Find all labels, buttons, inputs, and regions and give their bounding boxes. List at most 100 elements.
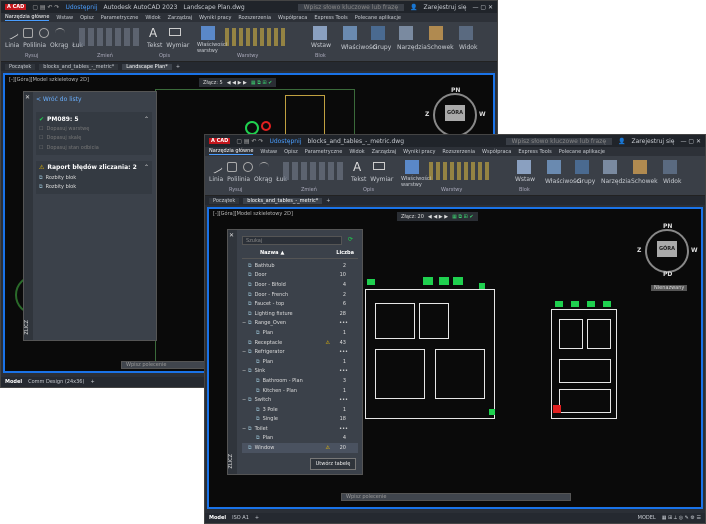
share-button[interactable]: Udostępnij: [269, 138, 301, 145]
polyline-tool[interactable]: Polilinia: [23, 42, 46, 49]
ribbon-tab[interactable]: Narzędzia główne: [5, 14, 50, 21]
signin-button[interactable]: Zarejestruj się: [424, 4, 467, 11]
report-item[interactable]: ⧉ Rozbity blok: [39, 182, 149, 192]
count-row[interactable]: ⧉ Lighting fixture 28: [242, 309, 358, 319]
compass-north[interactable]: PN: [451, 87, 460, 94]
text-tool[interactable]: Tekst: [147, 42, 162, 49]
count-row[interactable]: ⧉ Plan 1: [242, 328, 358, 338]
status-tab-layout[interactable]: Comm Design (24x36): [28, 379, 84, 385]
line-tool[interactable]: Linia: [5, 42, 19, 49]
quick-access-icon[interactable]: ▢ ▤ ↶ ↷: [236, 138, 263, 145]
utilities-button[interactable]: Narzędzia: [601, 178, 631, 185]
utilities-button[interactable]: Narzędzia: [397, 44, 427, 51]
col-count[interactable]: Liczba: [336, 250, 354, 258]
count-row[interactable]: ⧉ Door - French 2: [242, 290, 358, 300]
panel-close-icon[interactable]: ✕: [25, 94, 30, 101]
text-tool[interactable]: Tekst: [351, 176, 366, 183]
row-menu-icon[interactable]: •••: [339, 426, 348, 432]
search-input[interactable]: Wpisz słowo kluczowe lub frazę: [505, 137, 613, 145]
ribbon-tab[interactable]: Polecane aplikacje: [355, 15, 401, 21]
ribbon-tab[interactable]: Express Tools: [314, 15, 347, 21]
ribbon-tab[interactable]: Express Tools: [518, 149, 551, 155]
clipboard-button[interactable]: Schowek: [631, 178, 658, 185]
group-draw[interactable]: Rysuj: [229, 187, 242, 193]
dimension-tool[interactable]: Wymiar: [370, 176, 393, 183]
ribbon-tab[interactable]: Parametryczne: [101, 15, 139, 21]
row-menu-icon[interactable]: •••: [339, 397, 348, 403]
ribbon-tab[interactable]: Wyniki pracy: [403, 149, 435, 155]
group-draw[interactable]: Rysuj: [25, 53, 38, 59]
count-row[interactable]: ⧉ Window ⚠ 20: [242, 443, 358, 453]
ribbon-tab[interactable]: Wstaw: [260, 149, 277, 155]
count-row[interactable]: ⧉ Plan 4: [242, 434, 358, 444]
compass-east[interactable]: W: [479, 111, 486, 118]
row-menu-icon[interactable]: •••: [339, 349, 348, 355]
status-model-indicator[interactable]: MODEL: [638, 515, 656, 521]
col-name[interactable]: Nazwa: [260, 250, 278, 258]
group-layers[interactable]: Warstwy: [441, 187, 462, 193]
properties-button[interactable]: Właściwości: [341, 44, 377, 51]
report-item[interactable]: ⧉ Rozbity blok: [39, 173, 149, 183]
ribbon-tab[interactable]: Wstaw: [56, 15, 73, 21]
compass-east[interactable]: W: [691, 247, 698, 254]
line-tool[interactable]: Linia: [209, 176, 223, 183]
row-menu-icon[interactable]: •••: [339, 320, 348, 326]
modify-tools-icon[interactable]: [79, 28, 139, 46]
add-layout-icon[interactable]: +: [255, 515, 259, 521]
viewcube-top-face[interactable]: GÓRA: [445, 105, 465, 121]
count-row[interactable]: − ⧉ Sink •••: [242, 367, 358, 377]
count-row[interactable]: ⧉ Bathtub 2: [242, 261, 358, 271]
insert-button[interactable]: Wstaw: [311, 42, 331, 49]
viewport-label[interactable]: [-][Góra][Model szkieletowy 2D]: [9, 77, 89, 83]
group-layers[interactable]: Warstwy: [237, 53, 258, 59]
window-controls[interactable]: — ▢ ✕: [680, 138, 701, 145]
compass-west[interactable]: Z: [425, 111, 429, 118]
command-line[interactable]: Wpisz polecenie: [341, 493, 571, 501]
status-tools-icon[interactable]: ▦ ⊞ ⟂ ◎ ✎ ⚙ ☰: [662, 515, 701, 521]
properties-button[interactable]: Właściwości: [545, 178, 581, 185]
tab-start[interactable]: Początek: [209, 197, 240, 204]
count-row[interactable]: ⧉ Kitchen - Plan 1: [242, 386, 358, 396]
ribbon-tab[interactable]: Wyniki pracy: [199, 15, 231, 21]
count-row[interactable]: − ⧉ Toilet •••: [242, 424, 358, 434]
circle-tool[interactable]: Okrąg: [50, 42, 68, 49]
count-row[interactable]: − ⧉ Refrigerator •••: [242, 347, 358, 357]
count-row[interactable]: ⧉ Door - Bifold 4: [242, 280, 358, 290]
search-input[interactable]: Wpisz słowo kluczowe lub frazę: [297, 3, 405, 11]
status-tab-layout[interactable]: ISO A1: [232, 515, 249, 521]
ribbon-tab[interactable]: Parametryczne: [305, 149, 343, 155]
ribbon-tab[interactable]: Opisz: [80, 15, 94, 21]
count-tools-icon[interactable]: ▦ ⧉ ⊞ ✔: [452, 214, 473, 220]
panel-close-icon[interactable]: ✕: [229, 232, 234, 239]
count-row[interactable]: ⧉ Plan 1: [242, 357, 358, 367]
create-table-button[interactable]: Utwórz tabelę: [310, 458, 356, 470]
view-button[interactable]: Widok: [459, 44, 477, 51]
row-menu-icon[interactable]: •••: [339, 368, 348, 374]
share-button[interactable]: Udostępnij: [65, 4, 97, 11]
group-modify[interactable]: Zmień: [301, 187, 317, 193]
ribbon-tab[interactable]: Widok: [145, 15, 160, 21]
groups-button[interactable]: Grupy: [577, 178, 595, 185]
wcs-label[interactable]: Nienazwany: [651, 285, 688, 291]
group-block[interactable]: Blok: [315, 53, 326, 59]
ribbon-tab[interactable]: Narzędzia główne: [209, 148, 254, 155]
count-row[interactable]: ⧉ Bathroom - Plan 3: [242, 376, 358, 386]
tab-start[interactable]: Początek: [5, 63, 36, 70]
count-row[interactable]: − ⧉ Switch •••: [242, 395, 358, 405]
ribbon-tab[interactable]: Rozszerzenia: [238, 15, 271, 21]
command-input[interactable]: Wpisz polecenie: [126, 362, 166, 368]
user-icon[interactable]: 👤: [618, 138, 625, 145]
new-tab-icon[interactable]: +: [176, 64, 180, 70]
nav-arrows-icon[interactable]: ◀ ◀ ▶ ▶: [227, 80, 247, 86]
group-modify[interactable]: Zmień: [97, 53, 113, 59]
window-controls[interactable]: — ▢ ✕: [472, 4, 493, 11]
layers-tools-icon[interactable]: [429, 162, 491, 180]
ribbon-tab[interactable]: Widok: [349, 149, 364, 155]
count-row[interactable]: ⧉ Faucet - top 6: [242, 299, 358, 309]
compass-west[interactable]: Z: [637, 247, 641, 254]
count-row[interactable]: ⧉ Door 10: [242, 271, 358, 281]
dimension-tool[interactable]: Wymiar: [166, 42, 189, 49]
group-block[interactable]: Blok: [519, 187, 530, 193]
group-annotation[interactable]: Opis: [159, 53, 170, 59]
ribbon-tab[interactable]: Zarządzaj: [168, 15, 193, 21]
